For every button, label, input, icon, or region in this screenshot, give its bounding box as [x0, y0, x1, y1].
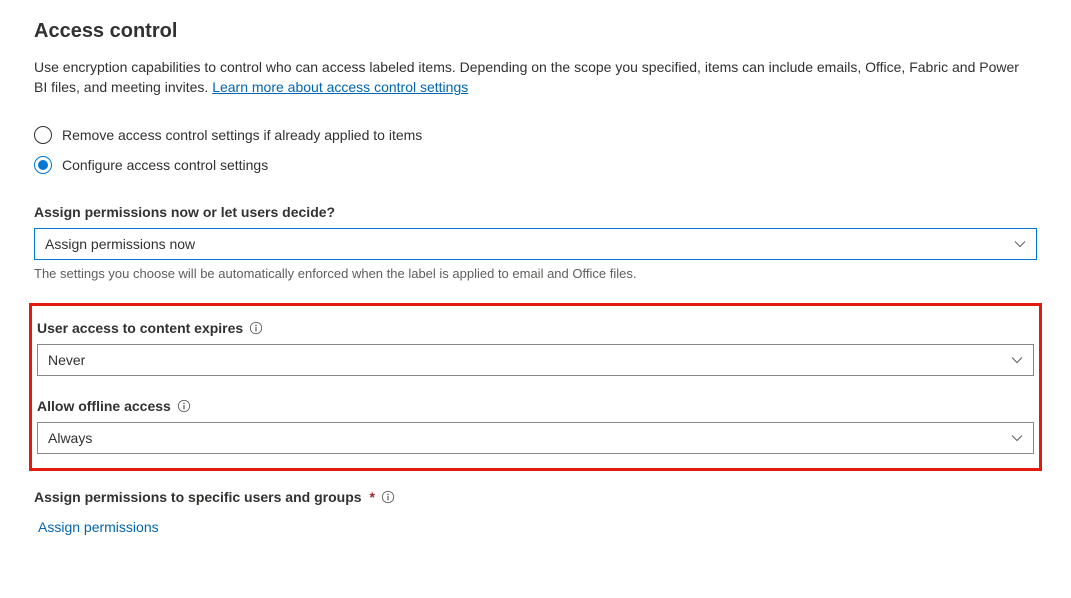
radio-icon: [34, 156, 52, 174]
radio-configure-label: Configure access control settings: [62, 157, 268, 173]
radio-remove-label: Remove access control settings if alread…: [62, 127, 422, 143]
assign-permissions-link[interactable]: Assign permissions: [34, 519, 1037, 535]
intro-text: Use encryption capabilities to control w…: [34, 57, 1034, 98]
assign-mode-label: Assign permissions now or let users deci…: [34, 204, 1037, 220]
radio-icon: [34, 126, 52, 144]
expires-select[interactable]: Never: [37, 344, 1034, 376]
radio-configure-settings[interactable]: Configure access control settings: [34, 156, 1037, 174]
access-control-radio-group: Remove access control settings if alread…: [34, 126, 1037, 174]
offline-select[interactable]: Always: [37, 422, 1034, 454]
info-icon[interactable]: [249, 321, 263, 335]
offline-label-text: Allow offline access: [37, 398, 171, 414]
assign-mode-section: Assign permissions now or let users deci…: [34, 204, 1037, 281]
expires-value: Never: [48, 352, 85, 368]
chevron-down-icon: [1011, 354, 1023, 366]
highlight-box: User access to content expires Never All…: [29, 303, 1042, 471]
intro-copy: Use encryption capabilities to control w…: [34, 59, 1019, 95]
page-title: Access control: [34, 20, 1037, 43]
expires-label-text: User access to content expires: [37, 320, 243, 336]
assign-specific-label: Assign permissions to specific users and…: [34, 489, 1037, 505]
assign-mode-helper: The settings you choose will be automati…: [34, 266, 1037, 281]
chevron-down-icon: [1011, 432, 1023, 444]
required-marker: *: [370, 489, 375, 505]
assign-mode-select[interactable]: Assign permissions now: [34, 228, 1037, 260]
chevron-down-icon: [1014, 238, 1026, 250]
assign-specific-section: Assign permissions to specific users and…: [34, 489, 1037, 535]
assign-mode-value: Assign permissions now: [45, 236, 195, 252]
info-icon[interactable]: [177, 399, 191, 413]
expires-label: User access to content expires: [37, 320, 1034, 336]
learn-more-link[interactable]: Learn more about access control settings: [212, 79, 468, 95]
offline-label: Allow offline access: [37, 398, 1034, 414]
radio-remove-settings[interactable]: Remove access control settings if alread…: [34, 126, 1037, 144]
offline-value: Always: [48, 430, 92, 446]
offline-field: Allow offline access Always: [36, 398, 1035, 454]
expires-field: User access to content expires Never: [36, 320, 1035, 376]
assign-specific-label-text: Assign permissions to specific users and…: [34, 489, 362, 505]
info-icon[interactable]: [381, 490, 395, 504]
